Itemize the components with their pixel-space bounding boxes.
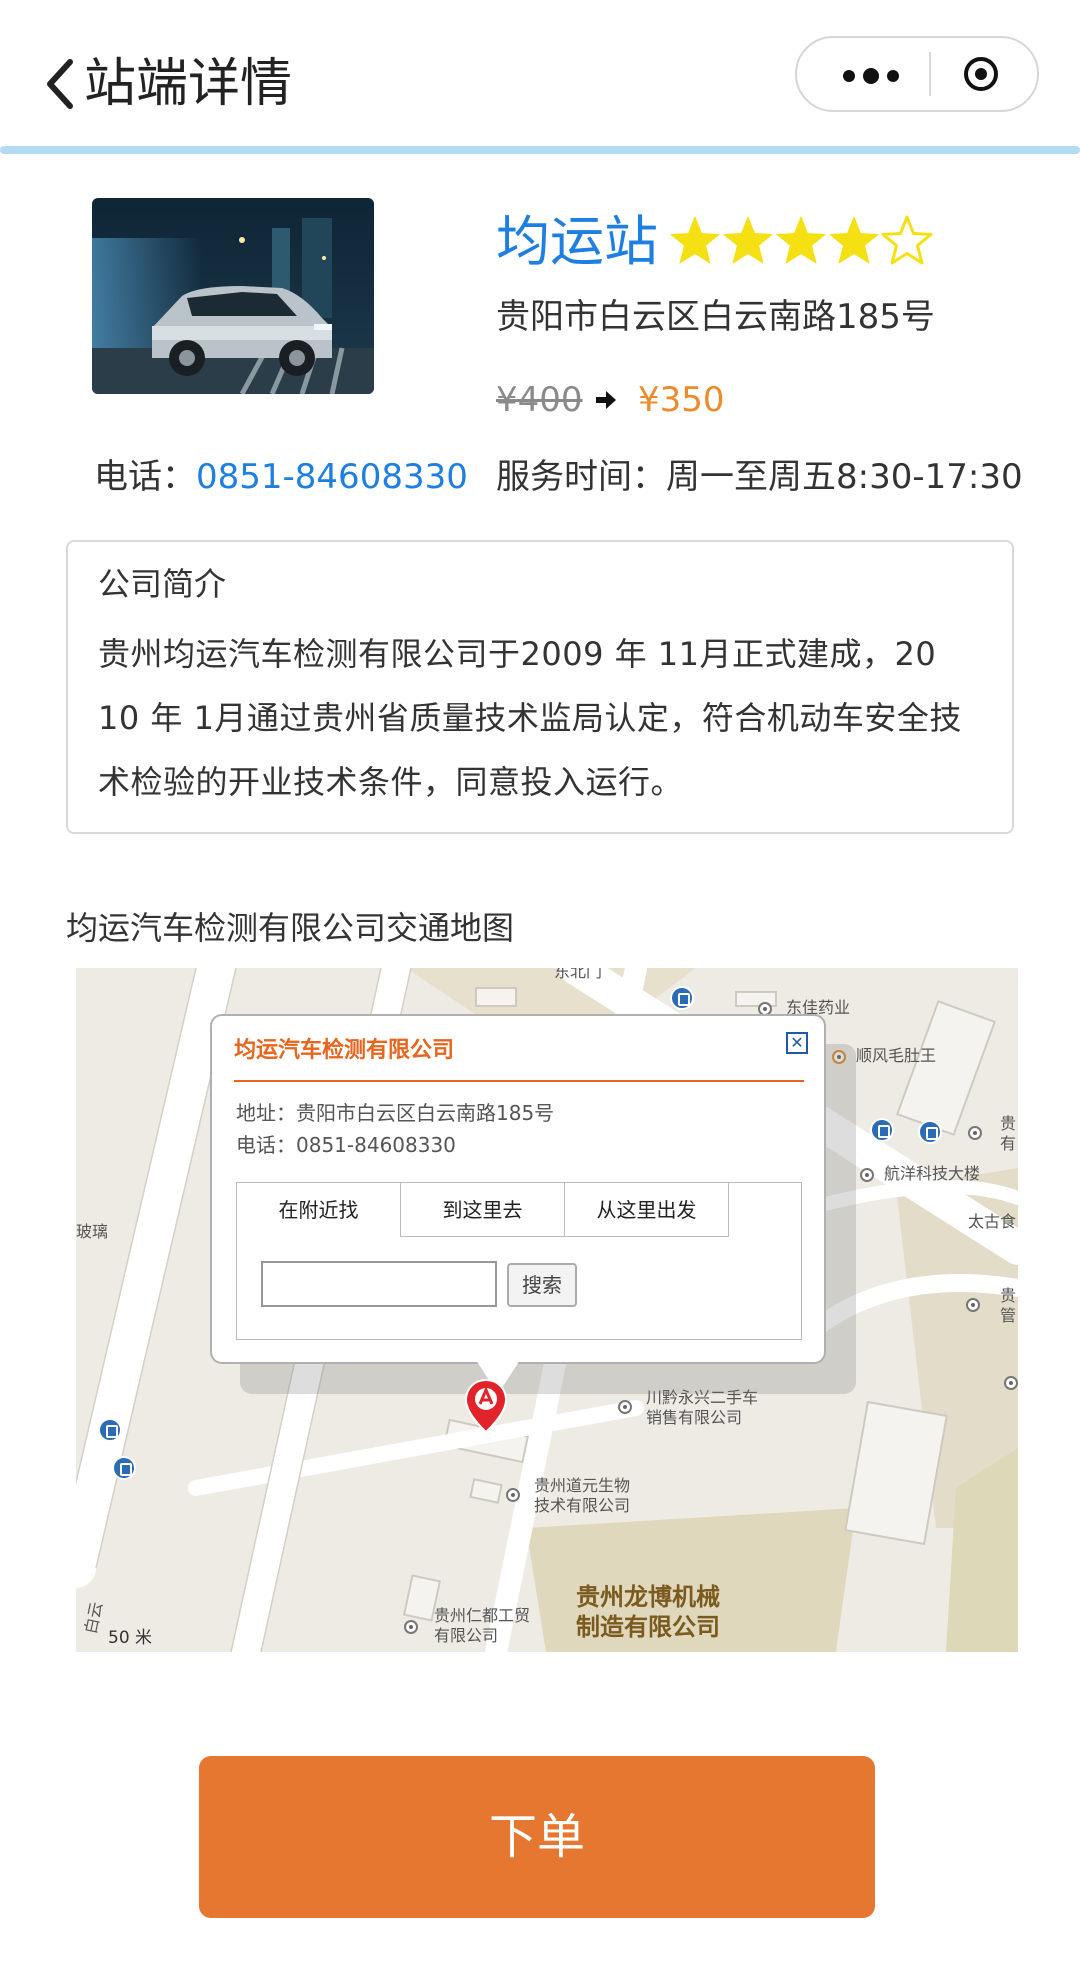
chevron-left-icon	[47, 59, 73, 109]
popup-tab-panel: 在附近找 到这里去 从这里出发 搜索	[236, 1182, 802, 1340]
back-button[interactable]	[44, 54, 80, 114]
discount-price: ¥350	[638, 380, 725, 420]
close-mini-program-button[interactable]	[961, 54, 1001, 94]
poi-icon	[968, 1126, 982, 1140]
building-icon	[860, 1168, 874, 1182]
star-filled-icon	[723, 216, 773, 264]
map-label-glass: 玻璃	[76, 1222, 109, 1241]
bus-stop-icon[interactable]	[670, 986, 694, 1010]
map-label-guan: 管	[1000, 1306, 1017, 1325]
more-dots-icon	[843, 70, 855, 82]
order-button[interactable]: 下单	[199, 1756, 875, 1918]
station-name: 均运站	[496, 210, 658, 273]
map-info-popup: 均运汽车检测有限公司 ✕ 地址：贵阳市白云区白云南路185号 电话：0851-8…	[210, 1014, 826, 1364]
map-label-rendu-2: 有限公司	[434, 1626, 499, 1645]
service-hours: 服务时间：周一至周五8:30-17:30	[496, 450, 1023, 504]
map-label-daoyuan-2: 技术有限公司	[534, 1496, 631, 1515]
map-label-daoyuan-1: 贵州道元生物	[534, 1476, 631, 1495]
target-close-icon	[964, 57, 998, 91]
map-label-you: 有	[1000, 1134, 1017, 1153]
map-label-taigu: 太古食	[968, 1212, 1017, 1231]
popup-close-button[interactable]: ✕	[786, 1032, 808, 1054]
star-outline-icon	[881, 215, 933, 265]
map-scale: 50 米	[108, 1628, 153, 1648]
poi-icon	[404, 1620, 418, 1634]
bus-stop-icon[interactable]	[918, 1120, 942, 1144]
arrow-right-icon	[596, 391, 616, 409]
phone-row: 电话：0851-84608330	[94, 450, 468, 504]
popup-title: 均运汽车检测有限公司	[234, 1038, 455, 1063]
map-label-longbo-1: 贵州龙博机械	[576, 1583, 720, 1611]
map-label-chuanqian-1: 川黔永兴二手车	[646, 1388, 759, 1407]
location-pin-icon[interactable]	[464, 1378, 508, 1434]
tab-go-here[interactable]: 到这里去	[401, 1183, 565, 1237]
nav-divider	[0, 146, 1080, 154]
map-label-chuanqian-2: 销售有限公司	[646, 1408, 743, 1427]
bus-stop-icon[interactable]	[98, 1418, 122, 1442]
navigation-bar: 站端详情	[0, 0, 1080, 154]
hours-label: 服务时间：	[496, 457, 666, 497]
map-title: 均运汽车检测有限公司交通地图	[66, 909, 515, 947]
map-label-gui-2: 贵	[1000, 1286, 1017, 1305]
star-filled-icon	[829, 216, 879, 264]
phone-number-link[interactable]: 0851-84608330	[196, 457, 468, 497]
map-label-east-gate: 东北门	[554, 968, 603, 981]
map-label-shunfeng: 顺风毛肚王	[856, 1046, 937, 1065]
poi-icon	[1004, 1376, 1018, 1390]
star-filled-icon	[670, 216, 720, 264]
more-button[interactable]	[797, 38, 929, 110]
tab-start-here[interactable]: 从这里出发	[565, 1183, 729, 1237]
close-icon: ✕	[790, 1033, 804, 1052]
phone-label: 电话：	[94, 457, 196, 497]
station-address: 贵阳市白云区白云南路185号	[496, 297, 935, 337]
intro-title: 公司简介	[98, 565, 227, 603]
search-button[interactable]: 搜索	[507, 1263, 577, 1307]
mini-program-capsule	[795, 36, 1039, 112]
capsule-divider	[929, 52, 931, 96]
hours-value: 周一至周五8:30-17:30	[666, 457, 1023, 497]
page-title: 站端详情	[84, 54, 293, 114]
company-intro-card: 公司简介 贵州均运汽车检测有限公司于2009 年 11月正式建成，20 10 年…	[66, 540, 1014, 834]
nearby-search-input[interactable]	[261, 1261, 497, 1307]
original-price: ¥400	[496, 380, 583, 420]
poi-icon	[966, 1298, 980, 1312]
station-photo	[92, 198, 374, 394]
poi-icon	[506, 1488, 520, 1502]
restaurant-icon	[832, 1050, 846, 1064]
map-label-gui: 贵	[1000, 1114, 1017, 1133]
star-filled-icon	[776, 216, 826, 264]
map-label-rendu-1: 贵州仁都工贸	[434, 1606, 531, 1625]
popup-phone: 电话：0851-84608330	[236, 1133, 456, 1157]
map-label-hangyang: 航洋科技大楼	[884, 1164, 981, 1183]
bus-stop-icon[interactable]	[112, 1456, 136, 1480]
more-dot	[863, 68, 879, 84]
car-photo-image	[92, 198, 374, 394]
tab-nearby[interactable]: 在附近找	[237, 1183, 401, 1237]
traffic-map[interactable]: 东北门 东佳药业 顺风毛肚王 航洋科技大楼 太古食 贵 有 贵 管 玻璃 川黔永…	[76, 968, 1018, 1652]
map-label-longbo-2: 制造有限公司	[576, 1613, 720, 1641]
popup-divider	[234, 1080, 804, 1082]
more-dot	[887, 70, 899, 82]
car-dealer-icon	[618, 1400, 632, 1414]
bus-stop-icon[interactable]	[870, 1118, 894, 1142]
popup-address: 地址：贵阳市白云区白云南路185号	[236, 1101, 555, 1125]
intro-text: 贵州均运汽车检测有限公司于2009 年 11月正式建成，20 10 年 1月通过…	[98, 635, 962, 801]
